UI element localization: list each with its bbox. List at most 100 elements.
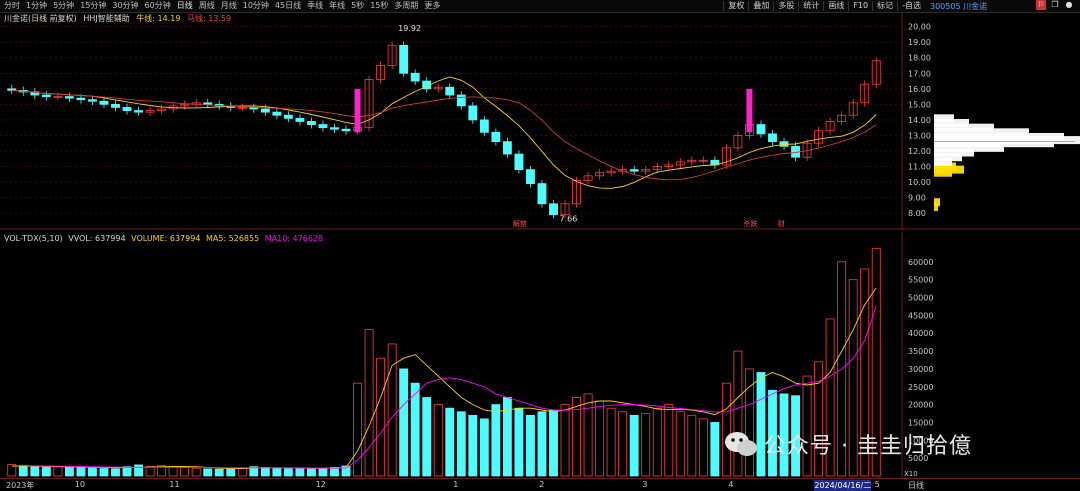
lock-icon[interactable]: ⚐: [1036, 0, 1046, 10]
x-axis-label: 12: [315, 480, 326, 489]
candle: [514, 153, 524, 171]
tool-button-3[interactable]: 统计: [798, 1, 823, 11]
volume-bar: [122, 466, 132, 477]
price-tick-label: 19.00: [908, 38, 931, 47]
tab-9[interactable]: 10分钟: [243, 1, 269, 11]
x-axis-label: 3: [642, 480, 648, 489]
signal-bar: [746, 88, 753, 133]
tab-7[interactable]: 周线: [199, 1, 215, 11]
volume-bar: [687, 414, 697, 477]
tab-4[interactable]: 30分钟: [112, 1, 138, 11]
tab-14[interactable]: 15秒: [370, 1, 388, 11]
candle: [307, 121, 316, 125]
candle: [502, 141, 512, 155]
tab-16[interactable]: 更多: [424, 1, 440, 11]
indicator-name: HHJ智能辅助: [83, 14, 130, 23]
volume-bar: [330, 467, 339, 477]
volume-bar: [641, 413, 651, 477]
tab-0[interactable]: 分时: [4, 1, 20, 11]
wechat-icon: [725, 432, 757, 456]
volume-bar: [18, 464, 28, 477]
tab-1[interactable]: 1分钟: [26, 1, 47, 11]
candle: [203, 102, 213, 105]
candle: [479, 119, 489, 133]
x-axis-label: 2023年: [6, 481, 35, 490]
tool-button-1[interactable]: 叠加: [748, 1, 773, 11]
close-icon[interactable]: ●: [1064, 0, 1074, 10]
restore-icon[interactable]: ❐: [1050, 0, 1060, 10]
tab-15[interactable]: 多周期: [394, 1, 418, 11]
x-axis-label: 1: [453, 480, 459, 489]
volume-bar: [399, 368, 409, 477]
tab-10[interactable]: 45日线: [275, 1, 301, 11]
tab-3[interactable]: 15分钟: [80, 1, 106, 11]
tool-button-4[interactable]: 画线: [823, 1, 848, 11]
volume-tick-label: 55000: [908, 276, 933, 285]
event-tag: 解禁: [513, 219, 527, 228]
tab-2[interactable]: 5分钟: [53, 1, 74, 11]
tab-12[interactable]: 年线: [329, 1, 345, 11]
candle: [260, 108, 270, 113]
signal-bar: [354, 88, 361, 133]
price-tick-label: 11.00: [908, 163, 931, 172]
price-tick-label: 15.00: [908, 100, 931, 109]
tool-button-6[interactable]: 标记: [872, 1, 897, 11]
tool-buttons: 复权 叠加 多股 统计 画线 F10 标记 -自选: [723, 1, 925, 11]
tab-6[interactable]: 日线: [177, 1, 193, 11]
high-label: 19.92: [398, 24, 421, 33]
volume-tick-label: 60000: [908, 258, 933, 267]
volume-bar: [283, 468, 293, 477]
volume-bar: [629, 414, 639, 477]
volume-bar: [456, 411, 466, 477]
stock-code[interactable]: 300505 川金诺: [930, 1, 987, 12]
volume-bar: [364, 329, 374, 477]
volume-bar: [180, 467, 190, 477]
volume-tick-label: 50000: [908, 294, 933, 303]
volume-bar: [41, 466, 51, 477]
volume-bar: [756, 372, 766, 477]
volume-bar: [99, 468, 109, 477]
price-chart-svg: 20.00 19.00 18.00 17.00 16.00 15.00 14.00 13.00…: [0, 12, 1080, 230]
candle: [318, 124, 328, 129]
ma5-value: MA5: 526855: [205, 234, 260, 243]
price-tick-label: 20.00: [908, 23, 931, 32]
tool-button-2[interactable]: 多股: [773, 1, 798, 11]
volume-profile-bar: [934, 114, 954, 123]
tab-13[interactable]: 5秒: [351, 1, 364, 11]
window-controls: ⚐ ❐ ●: [1036, 0, 1074, 10]
volume-bar: [549, 409, 558, 477]
price-tick-label: 12.00: [908, 147, 931, 156]
chart-title: 川金诺(日线 前复权): [4, 14, 77, 23]
volume-tick-label: 25000: [908, 383, 933, 392]
tab-5[interactable]: 60分钟: [145, 1, 171, 11]
candle: [399, 44, 409, 74]
volume-bar: [191, 467, 201, 477]
price-tick-label: 8.00: [908, 209, 926, 218]
watermark: 公众号 · 圭圭归拾億: [724, 428, 972, 460]
volume-bar: [710, 422, 720, 477]
candle: [410, 72, 420, 82]
tab-8[interactable]: 月线: [221, 1, 237, 11]
price-tick-label: 17.00: [908, 69, 931, 78]
tool-button-7[interactable]: -自选: [897, 1, 925, 11]
tool-button-5[interactable]: F10: [848, 1, 872, 11]
candle: [272, 111, 282, 116]
tool-button-0[interactable]: 复权: [723, 1, 748, 11]
x-axis-label: 2: [539, 480, 545, 489]
volume-bar: [675, 411, 685, 477]
volume-bar: [134, 464, 143, 477]
tab-11[interactable]: 季线: [307, 1, 323, 11]
price-chart-pane[interactable]: 川金诺(日线 前复权) HHJ智能辅助 牛线: 14.19 马线: 13.59 …: [0, 12, 1080, 230]
volume-bar: [64, 467, 74, 477]
volume-bar: [606, 407, 616, 477]
candle: [468, 105, 478, 121]
volume-bar: [468, 414, 478, 477]
volume-bar: [88, 467, 97, 477]
volume-tick-label: 40000: [908, 329, 933, 338]
volume-bar: [583, 393, 593, 477]
ma10-value: MA10: 476628: [264, 234, 324, 243]
volume-bar: [491, 404, 501, 477]
volume-bar: [111, 468, 120, 477]
candle: [76, 97, 86, 101]
candle: [526, 169, 535, 185]
